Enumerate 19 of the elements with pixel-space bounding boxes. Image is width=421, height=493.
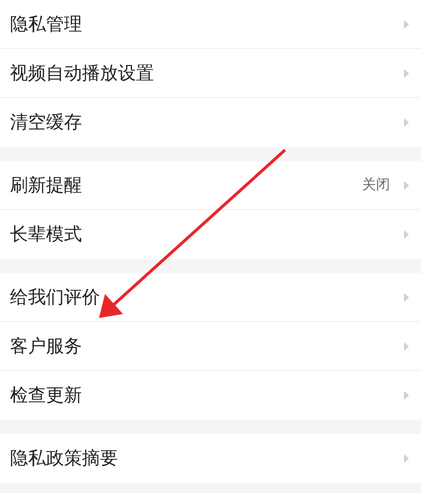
chevron-icon	[404, 180, 409, 190]
row-label: 视频自动播放设置	[10, 62, 155, 86]
row-label: 检查更新	[10, 384, 83, 408]
row-label: 长辈模式	[10, 223, 83, 247]
chevron-icon	[404, 342, 409, 350]
row-label: 给我们评价	[10, 286, 101, 310]
chevron-icon	[404, 292, 409, 302]
chevron-icon	[404, 391, 409, 400]
row-label: 隐私政策摘要	[10, 447, 119, 471]
chevron-icon	[404, 20, 409, 28]
chevron-icon	[404, 68, 409, 78]
row-value: 关闭	[362, 176, 390, 194]
row-label: 隐私管理	[10, 12, 83, 36]
chevron-icon	[404, 118, 409, 127]
row-label: 客户服务	[10, 334, 83, 358]
row-label: 清空缓存	[10, 111, 83, 135]
row-label: 刷新提醒	[10, 174, 83, 198]
chevron-icon	[404, 230, 409, 239]
chevron-icon	[404, 454, 409, 463]
